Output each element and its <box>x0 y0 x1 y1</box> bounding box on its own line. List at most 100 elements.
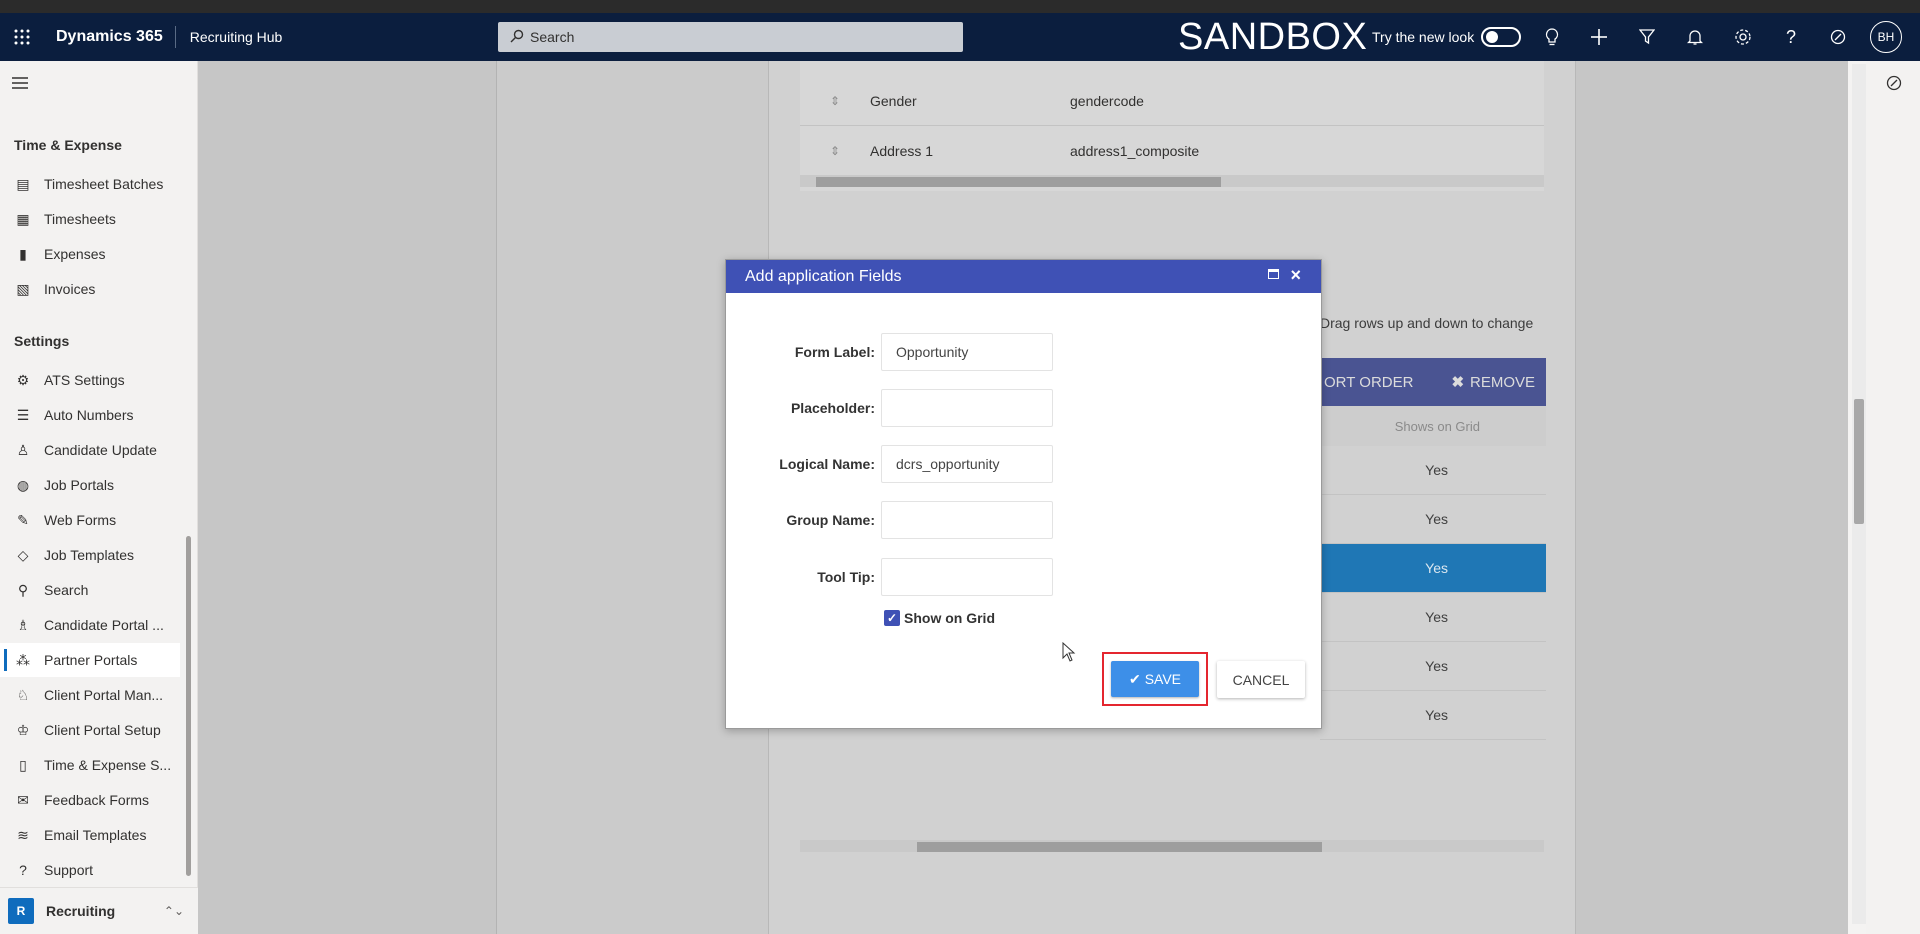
copilot-icon[interactable] <box>1886 75 1902 94</box>
sidebar-item-expenses[interactable]: ▮ Expenses <box>0 237 180 271</box>
show-on-grid-label[interactable]: Show on Grid <box>904 610 995 626</box>
check-icon: ✔ <box>1128 670 1141 687</box>
try-new-look-label: Try the new look <box>1372 29 1475 45</box>
gear-icon[interactable] <box>1731 25 1755 49</box>
template-icon: ◇ <box>17 546 29 563</box>
section-title-settings: Settings <box>14 333 70 349</box>
table-row[interactable]: Yes <box>1320 495 1546 544</box>
form-label-row: Form Label: Opportunity <box>726 333 1053 371</box>
placeholder-row: Placeholder: <box>726 389 1053 427</box>
new-look-toggle[interactable] <box>1481 27 1521 47</box>
row-label: Gender <box>870 92 917 109</box>
horizontal-scrollbar-bottom[interactable] <box>800 840 1544 852</box>
dialog-title: Add application Fields <box>745 267 902 285</box>
add-application-fields-dialog: Add application Fields × Form Label: Opp… <box>725 259 1322 729</box>
group-name-input[interactable] <box>881 501 1053 539</box>
search-people-icon: ⚲ <box>17 581 29 598</box>
filter-icon[interactable] <box>1635 25 1659 49</box>
form-label-label: Form Label: <box>794 344 875 360</box>
logical-name-input[interactable]: dcrs_opportunity <box>881 445 1053 483</box>
table-row[interactable]: Yes <box>1320 593 1546 642</box>
cancel-button[interactable]: CANCEL <box>1217 661 1305 698</box>
numbered-list-icon: ☰ <box>16 406 30 423</box>
app-launcher-icon[interactable] <box>0 13 44 61</box>
sidebar-item-label: Client Portal Man... <box>44 687 164 703</box>
row-logical: gendercode <box>1070 92 1144 109</box>
save-button[interactable]: ✔ SAVE <box>1111 661 1199 697</box>
form-label-input[interactable]: Opportunity <box>881 333 1053 371</box>
sidebar-scrollbar[interactable] <box>186 536 191 876</box>
lightbulb-icon[interactable] <box>1540 25 1564 49</box>
remove-button[interactable]: REMOVE <box>1470 374 1535 391</box>
row-logical: address1_composite <box>1070 142 1200 159</box>
user-avatar[interactable]: BH <box>1870 21 1902 53</box>
drag-handle-icon[interactable]: ⇕ <box>800 144 870 158</box>
sidebar-item-job-portals[interactable]: ◍ Job Portals <box>0 468 180 502</box>
hamburger-menu-icon[interactable] <box>12 73 28 96</box>
save-label: SAVE <box>1144 671 1182 687</box>
sidebar-item-client-portal-setup[interactable]: ♔ Client Portal Setup <box>0 713 180 747</box>
partner-icon: ⁂ <box>16 651 30 668</box>
search-input[interactable]: Search <box>498 22 963 52</box>
table-row[interactable]: Yes <box>1320 691 1546 740</box>
app-name[interactable]: Recruiting Hub <box>176 29 283 45</box>
show-on-grid-checkbox[interactable]: ✓ <box>884 610 900 626</box>
close-icon[interactable]: × <box>1290 265 1301 286</box>
window-top-strip <box>0 0 1920 13</box>
area-switcher[interactable]: R Recruiting ⌃⌄ <box>0 887 198 934</box>
help-icon[interactable]: ? <box>1779 25 1803 49</box>
sidebar-item-timesheet-batches[interactable]: ▤ Timesheet Batches <box>0 167 180 201</box>
sidebar-item-partner-portals[interactable]: ⁂ Partner Portals <box>0 643 180 677</box>
drag-hint-text: Drag rows up and down to change <box>1320 315 1534 331</box>
sidebar-item-timesheets[interactable]: ▦ Timesheets <box>0 202 180 236</box>
sidebar-item-label: Expenses <box>44 246 106 262</box>
logical-name-row: Logical Name: dcrs_opportunity <box>726 445 1053 483</box>
scrollbar-thumb[interactable] <box>1854 399 1864 524</box>
brand-title[interactable]: Dynamics 365 <box>44 26 176 48</box>
placeholder-label: Placeholder: <box>790 400 875 416</box>
copilot-icon[interactable] <box>1826 25 1850 49</box>
main-vertical-scrollbar[interactable] <box>1852 64 1866 924</box>
sidebar-item-client-portal-man[interactable]: ♘ Client Portal Man... <box>0 678 180 712</box>
placeholder-input[interactable] <box>881 389 1053 427</box>
document-icon: ▯ <box>19 756 27 773</box>
sidebar-item-label: Search <box>44 582 89 598</box>
sidebar-item-candidate-portal[interactable]: ♗ Candidate Portal ... <box>0 608 180 642</box>
table-row[interactable]: Yes <box>1320 642 1546 691</box>
environment-label: SANDBOX <box>1178 16 1368 58</box>
sidebar-item-label: Client Portal Setup <box>44 722 161 738</box>
sidebar-item-label: Time & Expense S... <box>44 757 172 773</box>
sidebar-item-web-forms[interactable]: ✎ Web Forms <box>0 503 180 537</box>
sidebar-item-search[interactable]: ⚲ Search <box>0 573 180 607</box>
table-row[interactable]: ⇕ Gender gendercode <box>800 76 1544 126</box>
sort-order-button[interactable]: ORT ORDER <box>1324 374 1413 391</box>
table-row-selected[interactable]: Yes <box>1320 544 1546 593</box>
table-row[interactable]: ⇕ Address 1 address1_composite <box>800 126 1544 176</box>
bell-icon[interactable] <box>1683 25 1707 49</box>
column-header-shows-on-grid[interactable]: Shows on Grid <box>1320 406 1546 446</box>
form-edit-icon: ✎ <box>17 511 29 528</box>
show-on-grid-row: ✓ Show on Grid <box>884 610 995 626</box>
maximize-icon[interactable] <box>1268 269 1279 279</box>
drag-handle-icon[interactable]: ⇕ <box>800 94 870 108</box>
sidebar-item-support[interactable]: ? Support <box>0 853 180 887</box>
sidebar-item-ats-settings[interactable]: ⚙ ATS Settings <box>0 363 180 397</box>
person-icon: ♙ <box>16 441 30 458</box>
sidebar-item-email-templates[interactable]: ≋ Email Templates <box>0 818 180 852</box>
people-icon: ♗ <box>16 616 30 633</box>
sidebar: Time & Expense ▤ Timesheet Batches ▦ Times… <box>0 61 198 934</box>
sidebar-item-time-expense-settings[interactable]: ▯ Time & Expense S... <box>0 748 180 782</box>
table-row[interactable]: Yes <box>1320 446 1546 495</box>
sidebar-item-invoices[interactable]: ▧ Invoices <box>0 272 180 306</box>
top-navigation-bar: Dynamics 365 Recruiting Hub Search SANDB… <box>0 13 1920 61</box>
plus-icon[interactable] <box>1587 25 1611 49</box>
sidebar-item-label: Web Forms <box>44 512 117 528</box>
horizontal-scrollbar-top[interactable] <box>800 175 1544 187</box>
sidebar-item-feedback-forms[interactable]: ✉ Feedback Forms <box>0 783 180 817</box>
sidebar-item-candidate-update[interactable]: ♙ Candidate Update <box>0 433 180 467</box>
sidebar-item-job-templates[interactable]: ◇ Job Templates <box>0 538 180 572</box>
tool-tip-input[interactable] <box>881 558 1053 596</box>
area-label: Recruiting <box>46 903 116 919</box>
sidebar-item-auto-numbers[interactable]: ☰ Auto Numbers <box>0 398 180 432</box>
right-rail <box>1866 61 1920 934</box>
